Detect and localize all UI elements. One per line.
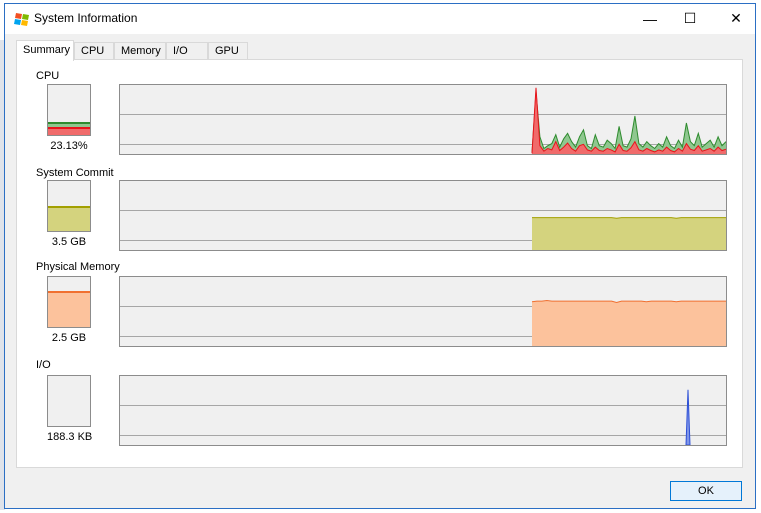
title-bar[interactable]: System Information — ☐ ✕ [5,4,755,34]
io-spike [685,389,691,445]
commit-area [532,217,726,250]
cpu-label: CPU [36,70,60,82]
ok-button[interactable]: OK [670,481,742,501]
cpu-mini-meter [47,84,91,136]
tab-cpu[interactable]: CPU [74,42,114,60]
cpu-value: 23.13% [50,140,88,152]
tab-io[interactable]: I/O [166,42,208,60]
commit-level [48,205,90,231]
commit-value: 3.5 GB [51,236,87,248]
io-label: I/O [36,359,51,371]
maximize-icon: ☐ [683,10,697,26]
io-value: 188.3 KB [47,431,93,443]
system-information-window: System Information — ☐ ✕ Summary CPU Mem… [4,3,756,509]
tab-memory[interactable]: Memory [114,42,166,60]
physical-memory-level [48,290,90,327]
physical-memory-value: 2.5 GB [51,332,87,344]
physical-memory-history-graph [119,276,727,347]
close-button[interactable]: ✕ [713,4,759,33]
physical-memory-area [532,300,726,346]
io-mini-meter [47,375,91,427]
physical-memory-mini-meter [47,276,91,328]
cpu-history-graph [119,84,727,155]
tab-summary[interactable]: Summary [16,40,74,61]
close-icon: ✕ [730,10,742,26]
cpu-kernel-level [48,127,90,135]
maximize-button[interactable]: ☐ [667,4,713,33]
tab-gpu[interactable]: GPU [208,42,248,60]
physical-memory-label: Physical Memory [36,261,120,273]
io-history-graph [119,375,727,446]
window-title: System Information [34,11,138,25]
system-info-icon [14,13,29,26]
commit-mini-meter [47,180,91,232]
summary-panel: CPU 23.13% System Commit 3.5 GB Physical… [16,59,743,468]
minimize-icon: — [643,10,657,27]
commit-label: System Commit [36,167,114,179]
commit-history-graph [119,180,727,251]
